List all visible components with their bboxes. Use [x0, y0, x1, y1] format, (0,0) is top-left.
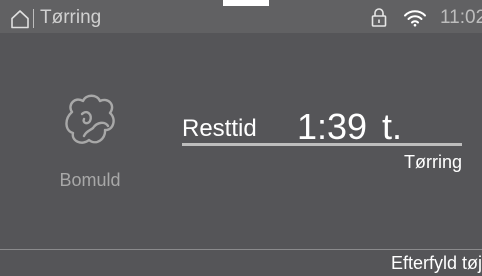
- remaining-time-unit: t.: [382, 106, 403, 147]
- program-phase: Tørring: [404, 152, 462, 172]
- program-name: Bomuld: [59, 170, 121, 190]
- progress-bar: [182, 143, 462, 146]
- footer-divider: [0, 249, 482, 250]
- remaining-time-label: Resttid: [182, 115, 257, 142]
- clock: 11:02: [440, 7, 482, 28]
- remaining-time-value: 1:39: [297, 106, 368, 147]
- cotton-icon: [65, 94, 115, 144]
- wifi-icon: [404, 10, 426, 27]
- home-icon[interactable]: [10, 9, 30, 29]
- dryer-display: Tørring 11:02 Bomuld Resttid 1:39 t. Tør…: [0, 0, 482, 276]
- lock-icon[interactable]: [371, 8, 387, 27]
- status-bar: Tørring 11:02: [0, 0, 482, 33]
- page-title: Tørring: [40, 7, 102, 28]
- title-separator: [33, 9, 34, 28]
- top-indicator: [223, 0, 269, 6]
- add-laundry-button[interactable]: Efterfyld tøj: [391, 252, 482, 274]
